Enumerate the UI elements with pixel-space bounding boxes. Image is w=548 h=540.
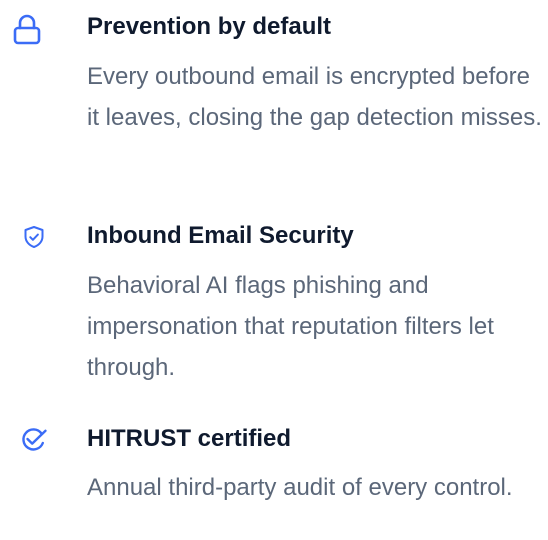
feature-description: Annual third-party audit of every contro… [87,474,513,501]
feature-title: HITRUST certified [87,425,292,452]
shield-check-icon [24,226,44,248]
badge-check-icon [22,428,47,451]
feature-title: Prevention by default [87,13,332,40]
feature-title: Inbound Email Security [87,222,354,249]
feature-description: Behavioral AI flags phishing and imperso… [87,272,494,381]
feature-description: Every outbound email is encrypted before… [87,63,542,131]
lock-icon [13,14,41,45]
